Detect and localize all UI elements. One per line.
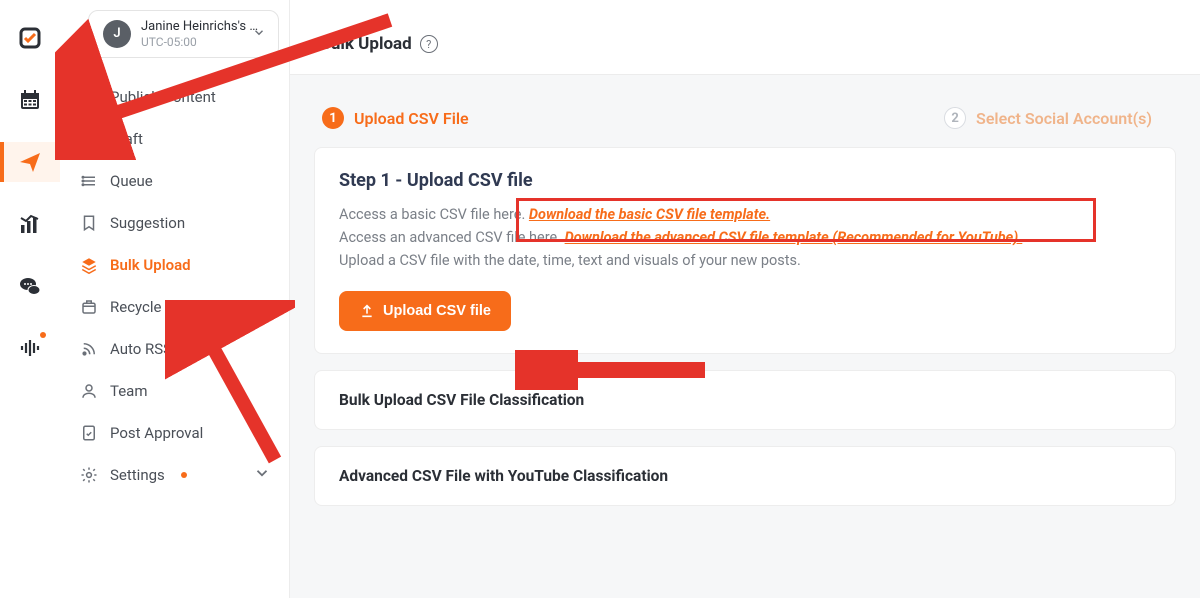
sidebar-item-label: Suggestion — [110, 214, 185, 232]
sidebar-item-label: Post Approval — [110, 424, 203, 442]
sidebar-item-label: Auto RSS — [110, 340, 172, 358]
upload-icon — [359, 303, 375, 319]
sidebar-item-label: Settings — [110, 466, 165, 484]
icon-rail — [0, 0, 60, 598]
sidebar-item-draft[interactable]: Draft — [60, 118, 289, 160]
step-2-badge: 2 — [944, 107, 966, 129]
sidebar-item-label: Queue — [110, 172, 153, 190]
step-2[interactable]: 2 Select Social Account(s) — [944, 107, 1152, 129]
account-tz: UTC-05:00 — [141, 35, 258, 49]
step-1-label: Upload CSV File — [354, 109, 469, 128]
account-name: Janine Heinrichs's … — [141, 19, 258, 35]
account-selector[interactable]: J Janine Heinrichs's … UTC-05:00 — [88, 10, 279, 58]
step-1-badge: 1 — [322, 107, 344, 129]
sidebar-item-post-approval[interactable]: Post Approval — [60, 412, 289, 454]
upload-csv-button[interactable]: Upload CSV file — [339, 291, 511, 331]
rail-calendar-icon[interactable] — [0, 80, 60, 120]
step1-description: Access a basic CSV file here. Download t… — [339, 203, 1151, 273]
rail-audio-icon[interactable] — [0, 328, 60, 368]
sidebar-item-settings[interactable]: Settings — [60, 454, 289, 496]
rail-logo-icon[interactable] — [0, 18, 60, 58]
help-icon[interactable]: ? — [420, 35, 438, 53]
page-title: Bulk Upload — [320, 34, 412, 54]
chevron-down-icon — [252, 24, 266, 43]
sidebar-item-label: Team — [110, 382, 148, 400]
step1-heading: Step 1 - Upload CSV file — [339, 170, 1151, 191]
sidebar-item-label: Bulk Upload — [110, 256, 191, 274]
chevron-down-icon — [253, 464, 271, 486]
sidebar: J Janine Heinrichs's … UTC-05:00 Publish… — [60, 0, 290, 598]
main-header: Bulk Upload ? — [290, 0, 1200, 75]
sidebar-item-label: Draft — [110, 130, 143, 148]
sidebar-item-team[interactable]: Team — [60, 370, 289, 412]
sidebar-item-label: Publish Content — [110, 88, 216, 106]
download-advanced-template-link[interactable]: Download the advanced CSV file template … — [565, 229, 1023, 246]
sidebar-item-recycle[interactable]: Recycle — [60, 286, 289, 328]
chevron-down-icon — [253, 296, 271, 318]
avatar: J — [103, 20, 131, 48]
sidebar-item-publish[interactable]: Publish Content — [60, 76, 289, 118]
notification-dot-icon — [181, 472, 187, 478]
accordion-advanced-youtube[interactable]: Advanced CSV File with YouTube Classific… — [314, 446, 1176, 506]
rail-send-icon[interactable] — [0, 142, 60, 182]
sidebar-item-auto-rss[interactable]: Auto RSS — [60, 328, 289, 370]
step-1: 1 Upload CSV File — [322, 107, 469, 129]
sidebar-item-label: Recycle — [110, 298, 162, 316]
download-basic-template-link[interactable]: Download the basic CSV file template. — [529, 206, 770, 223]
rail-analytics-icon[interactable] — [0, 204, 60, 244]
sidebar-item-suggestion[interactable]: Suggestion — [60, 202, 289, 244]
step-2-label: Select Social Account(s) — [976, 109, 1152, 128]
rail-chat-icon[interactable] — [0, 266, 60, 306]
accordion-bulk-classification[interactable]: Bulk Upload CSV File Classification — [314, 370, 1176, 430]
steps-bar: 1 Upload CSV File 2 Select Social Accoun… — [290, 75, 1200, 147]
card-step1: Step 1 - Upload CSV file Access a basic … — [314, 147, 1176, 354]
side-menu: Publish Content Draft Queue Suggestion B… — [60, 76, 289, 496]
sidebar-item-queue[interactable]: Queue — [60, 160, 289, 202]
sidebar-item-bulk-upload[interactable]: Bulk Upload — [60, 244, 289, 286]
main-area: Bulk Upload ? 1 Upload CSV File 2 Select… — [290, 0, 1200, 598]
